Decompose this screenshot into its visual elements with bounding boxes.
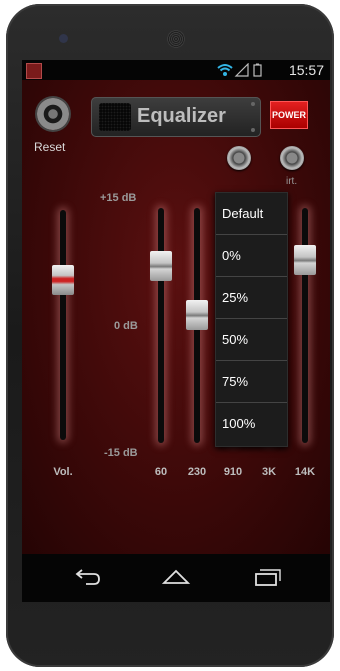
equalizer-app: Reset Equalizer POWER irt. +15 dB 0 dB -… xyxy=(22,80,330,554)
home-icon[interactable] xyxy=(161,566,191,588)
band-910-label: 910 xyxy=(223,466,243,478)
wifi-icon xyxy=(217,64,233,76)
band-60-label: 60 xyxy=(154,466,168,478)
band-230-slider-thumb[interactable] xyxy=(186,300,208,331)
status-bar: 15:57 xyxy=(22,60,330,80)
scale-bottom-label: -15 dB xyxy=(104,447,138,459)
equalizer-app-icon xyxy=(26,63,42,79)
recent-apps-icon[interactable] xyxy=(252,566,282,588)
battery-icon xyxy=(253,63,262,77)
status-time: 15:57 xyxy=(288,62,324,78)
band-3k-label: 3K xyxy=(261,466,277,478)
status-icons xyxy=(217,63,262,77)
bass-boost-knob[interactable] xyxy=(227,146,251,170)
screw-icon xyxy=(251,128,255,132)
speaker-grille-icon xyxy=(99,103,131,131)
band-14k-label: 14K xyxy=(294,466,316,478)
dropdown-item-25[interactable]: 25% xyxy=(216,277,287,319)
scale-top-label: +15 dB xyxy=(100,192,137,204)
screw-icon xyxy=(251,102,255,106)
dropdown-item-75[interactable]: 75% xyxy=(216,361,287,403)
dropdown-item-100[interactable]: 100% xyxy=(216,403,287,445)
band-14k-slider-track[interactable] xyxy=(302,208,308,443)
preset-dropdown-menu: Default 0% 25% 50% 75% 100% xyxy=(215,192,288,447)
band-60-slider-track[interactable] xyxy=(158,208,164,443)
dropdown-item-default[interactable]: Default xyxy=(216,193,287,235)
volume-slider-track[interactable] xyxy=(60,210,66,440)
dropdown-item-0[interactable]: 0% xyxy=(216,235,287,277)
signal-icon xyxy=(234,63,249,77)
app-title: Equalizer xyxy=(137,105,226,127)
volume-slider-thumb[interactable] xyxy=(52,265,74,296)
navigation-bar xyxy=(22,554,330,602)
title-panel: Equalizer xyxy=(91,97,261,137)
reset-label: Reset xyxy=(34,140,66,154)
screen: 15:57 Reset Equalizer POWER irt. +15 dB … xyxy=(22,60,330,602)
front-camera xyxy=(59,34,68,43)
scale-mid-label: 0 dB xyxy=(114,320,138,332)
band-230-label: 230 xyxy=(187,466,207,478)
virtualizer-label: irt. xyxy=(286,176,298,187)
band-14k-slider-thumb[interactable] xyxy=(294,244,316,275)
volume-label: Vol. xyxy=(53,466,73,478)
virtualizer-knob[interactable] xyxy=(280,146,304,170)
power-button[interactable]: POWER xyxy=(270,101,308,129)
earpiece-speaker xyxy=(167,30,185,48)
reset-button[interactable] xyxy=(37,98,69,130)
phone-frame: 15:57 Reset Equalizer POWER irt. +15 dB … xyxy=(6,4,334,667)
dropdown-item-50[interactable]: 50% xyxy=(216,319,287,361)
band-60-slider-thumb[interactable] xyxy=(150,251,172,282)
back-icon[interactable] xyxy=(72,566,102,588)
